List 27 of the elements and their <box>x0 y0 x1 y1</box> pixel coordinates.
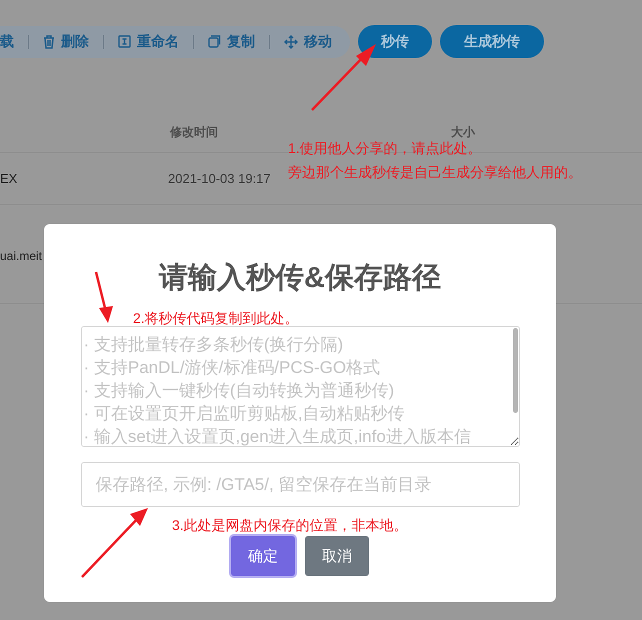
toolbar-action[interactable]: 重命名 <box>118 32 179 50</box>
toolbar-action[interactable]: 移动 <box>284 32 332 50</box>
column-header[interactable]: 大小 <box>451 124 475 140</box>
modified-time: 2021-10-03 19:17 <box>168 171 271 186</box>
generate-button[interactable]: 生成秒传 <box>440 25 544 58</box>
annotation-arrow <box>81 508 148 578</box>
file-name: uai.meit <box>0 249 42 263</box>
toolbar-action[interactable]: 复制 <box>208 32 255 50</box>
trash-icon <box>43 34 55 48</box>
annotation-text: 3.此处是网盘内保存的位置，非本地。 <box>172 516 408 535</box>
code-field[interactable]: · 支持批量转存多条秒传(换行分隔) · 支持PanDL/游侠/标准码/PCS-GO格式 · 支持输入一键秒传(自动转换为普通秒传) · 可在设置页开启监听剪贴板,自动粘贴秒传 · 输入set进入设置页,gen进入生成页,info进入版本信 <box>80 326 520 447</box>
annotation-text: 旁边那个生成秒传是自己生成分享给他人用的。 <box>288 163 582 182</box>
text-cursor-icon <box>118 35 131 48</box>
cancel-button[interactable]: 取消 <box>305 536 369 576</box>
confirm-button[interactable]: 确定 <box>231 536 295 576</box>
annotation-arrow <box>94 272 113 323</box>
move-icon <box>284 34 298 48</box>
annotation-text: 2.将秒传代码复制到此处。 <box>133 311 299 325</box>
column-header[interactable]: 修改时间 <box>170 124 451 140</box>
dialog-title: 请输入秒传&保存路径 <box>159 261 441 296</box>
toolbar-action[interactable]: 删除 <box>43 32 89 50</box>
save-path-field[interactable]: 保存路径, 示例: /GTA5/, 留空保存在当前目录 <box>80 462 520 507</box>
instant-transfer-button[interactable]: 秒传 <box>358 25 432 58</box>
toolbar-action[interactable]: 载 <box>0 32 14 50</box>
copy-icon <box>208 35 221 48</box>
annotation-text: 1.使用他人分享的，请点此处。 <box>288 139 483 158</box>
file-name: EX <box>0 171 18 186</box>
